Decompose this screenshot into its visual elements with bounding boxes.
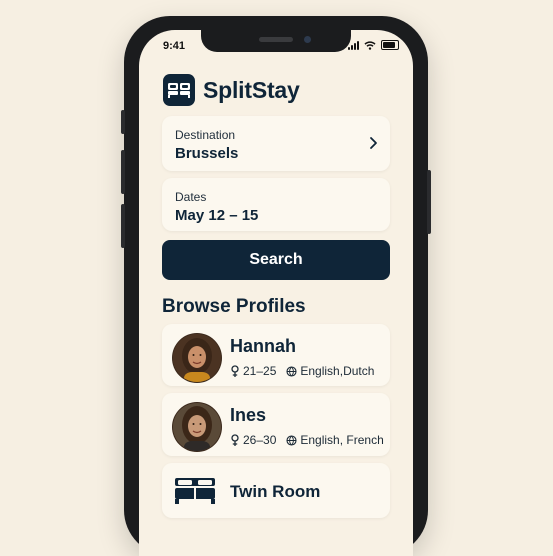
cellular-signal-icon xyxy=(348,40,359,50)
globe-icon xyxy=(286,434,297,446)
room-label: Twin Room xyxy=(230,482,321,501)
search-button[interactable]: Search xyxy=(162,240,390,280)
profile-name: Hannah xyxy=(230,336,297,356)
app-title: SplitStay xyxy=(203,76,300,103)
profile-age: 21–25 xyxy=(243,364,277,378)
volume-down-button xyxy=(121,204,125,248)
dates-value: May 12 – 15 xyxy=(175,207,259,224)
app-header: SplitStay xyxy=(163,74,300,106)
female-icon xyxy=(231,364,239,377)
profile-age: 26–30 xyxy=(243,433,277,447)
destination-field[interactable]: Destination Brussels xyxy=(162,116,390,171)
twin-beds-icon xyxy=(175,478,215,504)
profile-meta: 26–30 English, French xyxy=(230,433,384,447)
status-time: 9:41 xyxy=(163,40,186,52)
avatar xyxy=(172,333,222,383)
camera xyxy=(304,36,311,43)
battery-icon xyxy=(381,40,399,50)
profile-name: Ines xyxy=(230,405,267,425)
mute-switch xyxy=(121,110,125,134)
profile-meta: 21–25 English,Dutch xyxy=(230,364,374,378)
notch xyxy=(201,30,351,52)
destination-label: Destination xyxy=(175,128,236,142)
profile-card-ines[interactable]: Ines 26–30 English, French xyxy=(162,393,390,456)
destination-value: Brussels xyxy=(175,145,239,162)
wifi-icon xyxy=(364,40,376,50)
speaker xyxy=(259,37,293,42)
browse-profiles-title: Browse Profiles xyxy=(162,296,306,317)
avatar xyxy=(172,402,222,452)
chevron-right-icon xyxy=(370,137,377,149)
dates-label: Dates xyxy=(175,190,207,204)
female-icon xyxy=(231,433,239,446)
profile-card-hannah[interactable]: Hannah 21–25 English,Dutch xyxy=(162,324,390,386)
status-icons xyxy=(348,40,399,50)
bed-icon xyxy=(163,74,195,106)
profile-languages: English,Dutch xyxy=(300,364,375,378)
room-card-twin[interactable]: Twin Room xyxy=(162,463,390,518)
profile-languages: English, French xyxy=(300,433,384,447)
dates-field[interactable]: Dates May 12 – 15 xyxy=(162,178,390,231)
volume-up-button xyxy=(121,150,125,194)
app-screen: 9:41 SplitStay Destination Brussels Date… xyxy=(139,30,413,556)
globe-icon xyxy=(286,365,297,377)
power-button xyxy=(427,170,431,234)
